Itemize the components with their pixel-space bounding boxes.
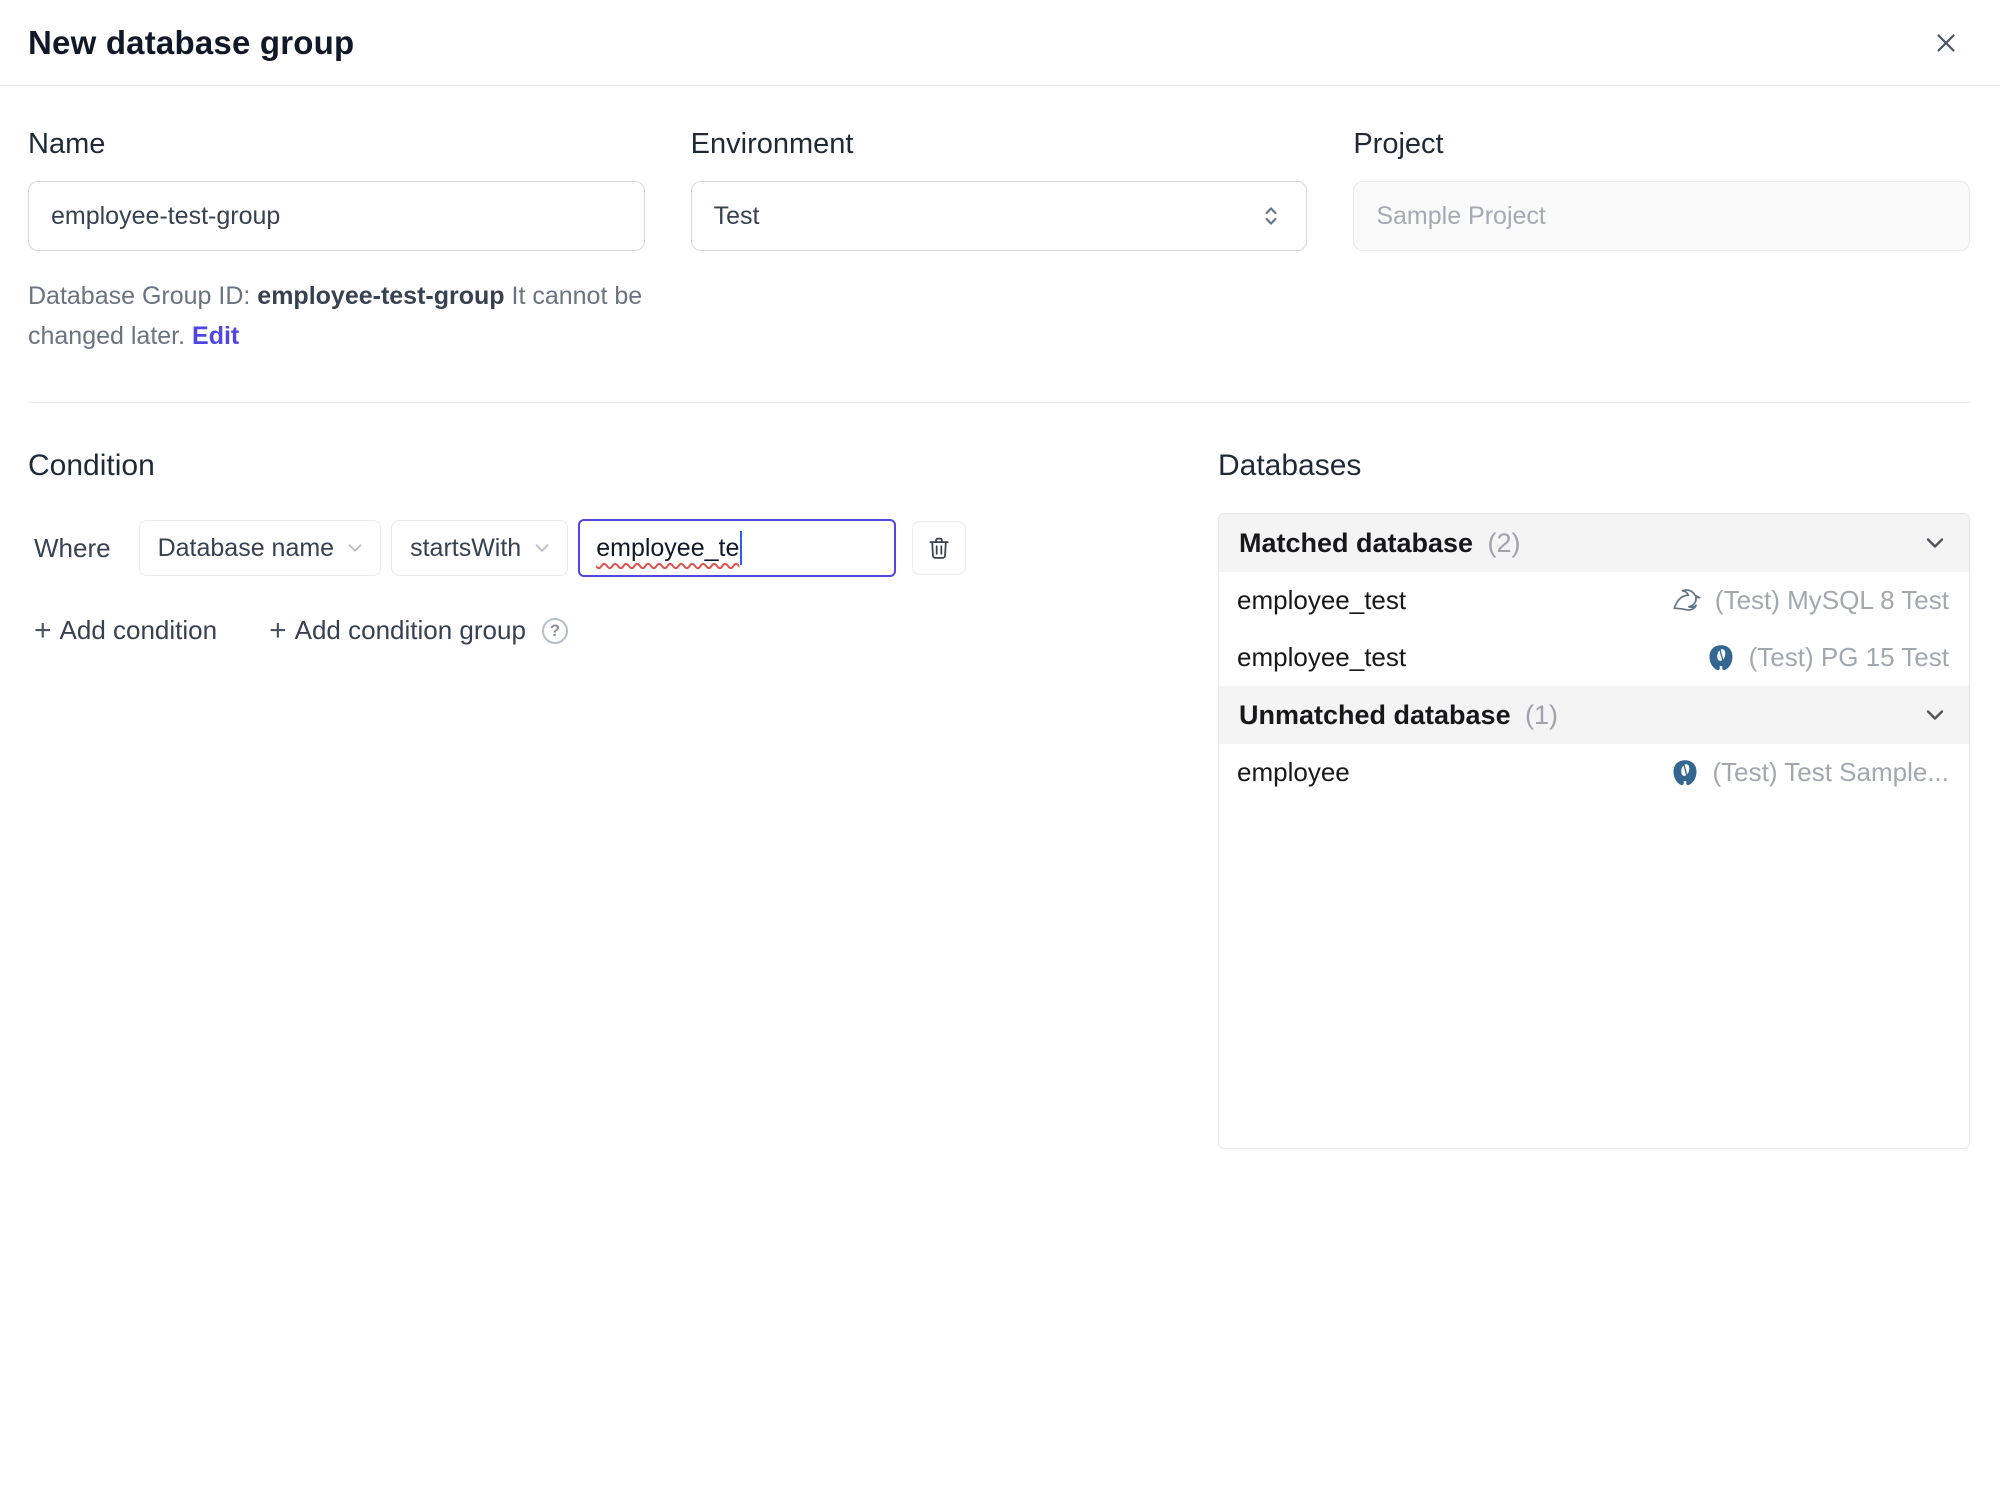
edit-link[interactable]: Edit xyxy=(192,322,239,350)
databases-heading: Databases xyxy=(1218,449,1362,482)
matched-database-header[interactable]: Matched database (2) xyxy=(1219,514,1969,572)
group-count: (2) xyxy=(1487,527,1521,558)
condition-field-select-value: Database name xyxy=(157,533,335,562)
mysql-icon xyxy=(1671,585,1703,617)
instance-label: (Test) Test Sample... xyxy=(1712,757,1950,787)
postgresql-icon xyxy=(1669,757,1701,789)
condition-value-input[interactable]: employee_te xyxy=(578,519,897,577)
database-row[interactable]: employee_test (Test) MySQL 8 Test xyxy=(1219,572,1969,629)
instance-label: (Test) PG 15 Test xyxy=(1748,642,1949,672)
chevron-down-icon xyxy=(1921,529,1949,557)
environment-label: Environment xyxy=(690,128,854,160)
group-id-value: employee-test-group xyxy=(257,282,505,310)
project-input xyxy=(1353,181,1970,251)
environment-select[interactable]: Test xyxy=(690,181,1308,251)
select-updown-icon xyxy=(1258,203,1284,229)
chevron-down-icon xyxy=(344,537,366,559)
close-button[interactable] xyxy=(1924,21,1968,65)
condition-operator-select[interactable]: startsWith xyxy=(391,520,569,576)
project-field-block: Project xyxy=(1353,128,1970,356)
text-caret xyxy=(740,531,743,565)
condition-operator-select-value: startsWith xyxy=(410,533,522,562)
help-icon: ? xyxy=(541,617,568,644)
condition-row: Where Database name startsWith employee_… xyxy=(34,519,1170,577)
condition-field-select[interactable]: Database name xyxy=(138,520,382,576)
page-title: New database group xyxy=(28,23,355,61)
database-name: employee_test xyxy=(1237,585,1407,615)
instance-label: (Test) MySQL 8 Test xyxy=(1714,585,1949,615)
postgresql-icon xyxy=(1705,642,1737,674)
where-label: Where xyxy=(34,532,111,563)
group-title: Matched database xyxy=(1239,527,1474,558)
chevron-down-icon xyxy=(531,537,553,559)
plus-icon: + xyxy=(34,613,52,647)
group-id-note: Database Group ID: employee-test-group I… xyxy=(28,277,645,356)
group-form: Name Database Group ID: employee-test-gr… xyxy=(0,86,2000,356)
group-title: Unmatched database xyxy=(1239,699,1511,730)
chevron-down-icon xyxy=(1921,701,1949,729)
add-condition-group-button[interactable]: + Add condition group ? xyxy=(269,615,568,646)
condition-section: Condition Where Database name startsWith xyxy=(28,403,1170,1149)
add-condition-label: Add condition xyxy=(59,615,218,645)
name-field-block: Name Database Group ID: employee-test-gr… xyxy=(28,128,645,356)
add-condition-button[interactable]: + Add condition xyxy=(34,615,217,646)
database-name: employee xyxy=(1237,757,1350,787)
dialog-header: New database group xyxy=(0,0,2000,86)
condition-value-text: employee_te xyxy=(596,533,740,562)
database-row[interactable]: employee (Test) Test Sample... xyxy=(1219,744,1969,801)
group-id-note-prefix: Database Group ID: xyxy=(28,282,258,310)
delete-condition-button[interactable] xyxy=(912,521,967,575)
condition-actions-row: + Add condition + Add condition group ? xyxy=(34,615,1170,646)
database-name: employee_test xyxy=(1237,642,1407,672)
close-icon xyxy=(1931,28,1961,58)
plus-icon: + xyxy=(269,613,287,647)
databases-panel: Matched database (2) employee_test (Test… xyxy=(1218,513,1970,1149)
trash-icon xyxy=(925,534,953,562)
project-label: Project xyxy=(1353,128,1444,160)
unmatched-database-header[interactable]: Unmatched database (1) xyxy=(1219,686,1969,744)
group-count: (1) xyxy=(1525,699,1559,730)
name-label: Name xyxy=(28,128,106,160)
condition-heading: Condition xyxy=(28,449,155,482)
name-input[interactable] xyxy=(28,181,645,251)
database-row[interactable]: employee_test (Test) PG 15 Test xyxy=(1219,629,1969,686)
environment-select-value: Test xyxy=(713,201,760,230)
add-condition-group-label: Add condition group xyxy=(294,615,526,645)
databases-section: Databases Matched database (2) employee_… xyxy=(1218,403,1970,1149)
environment-field-block: Environment Test xyxy=(690,128,1308,356)
